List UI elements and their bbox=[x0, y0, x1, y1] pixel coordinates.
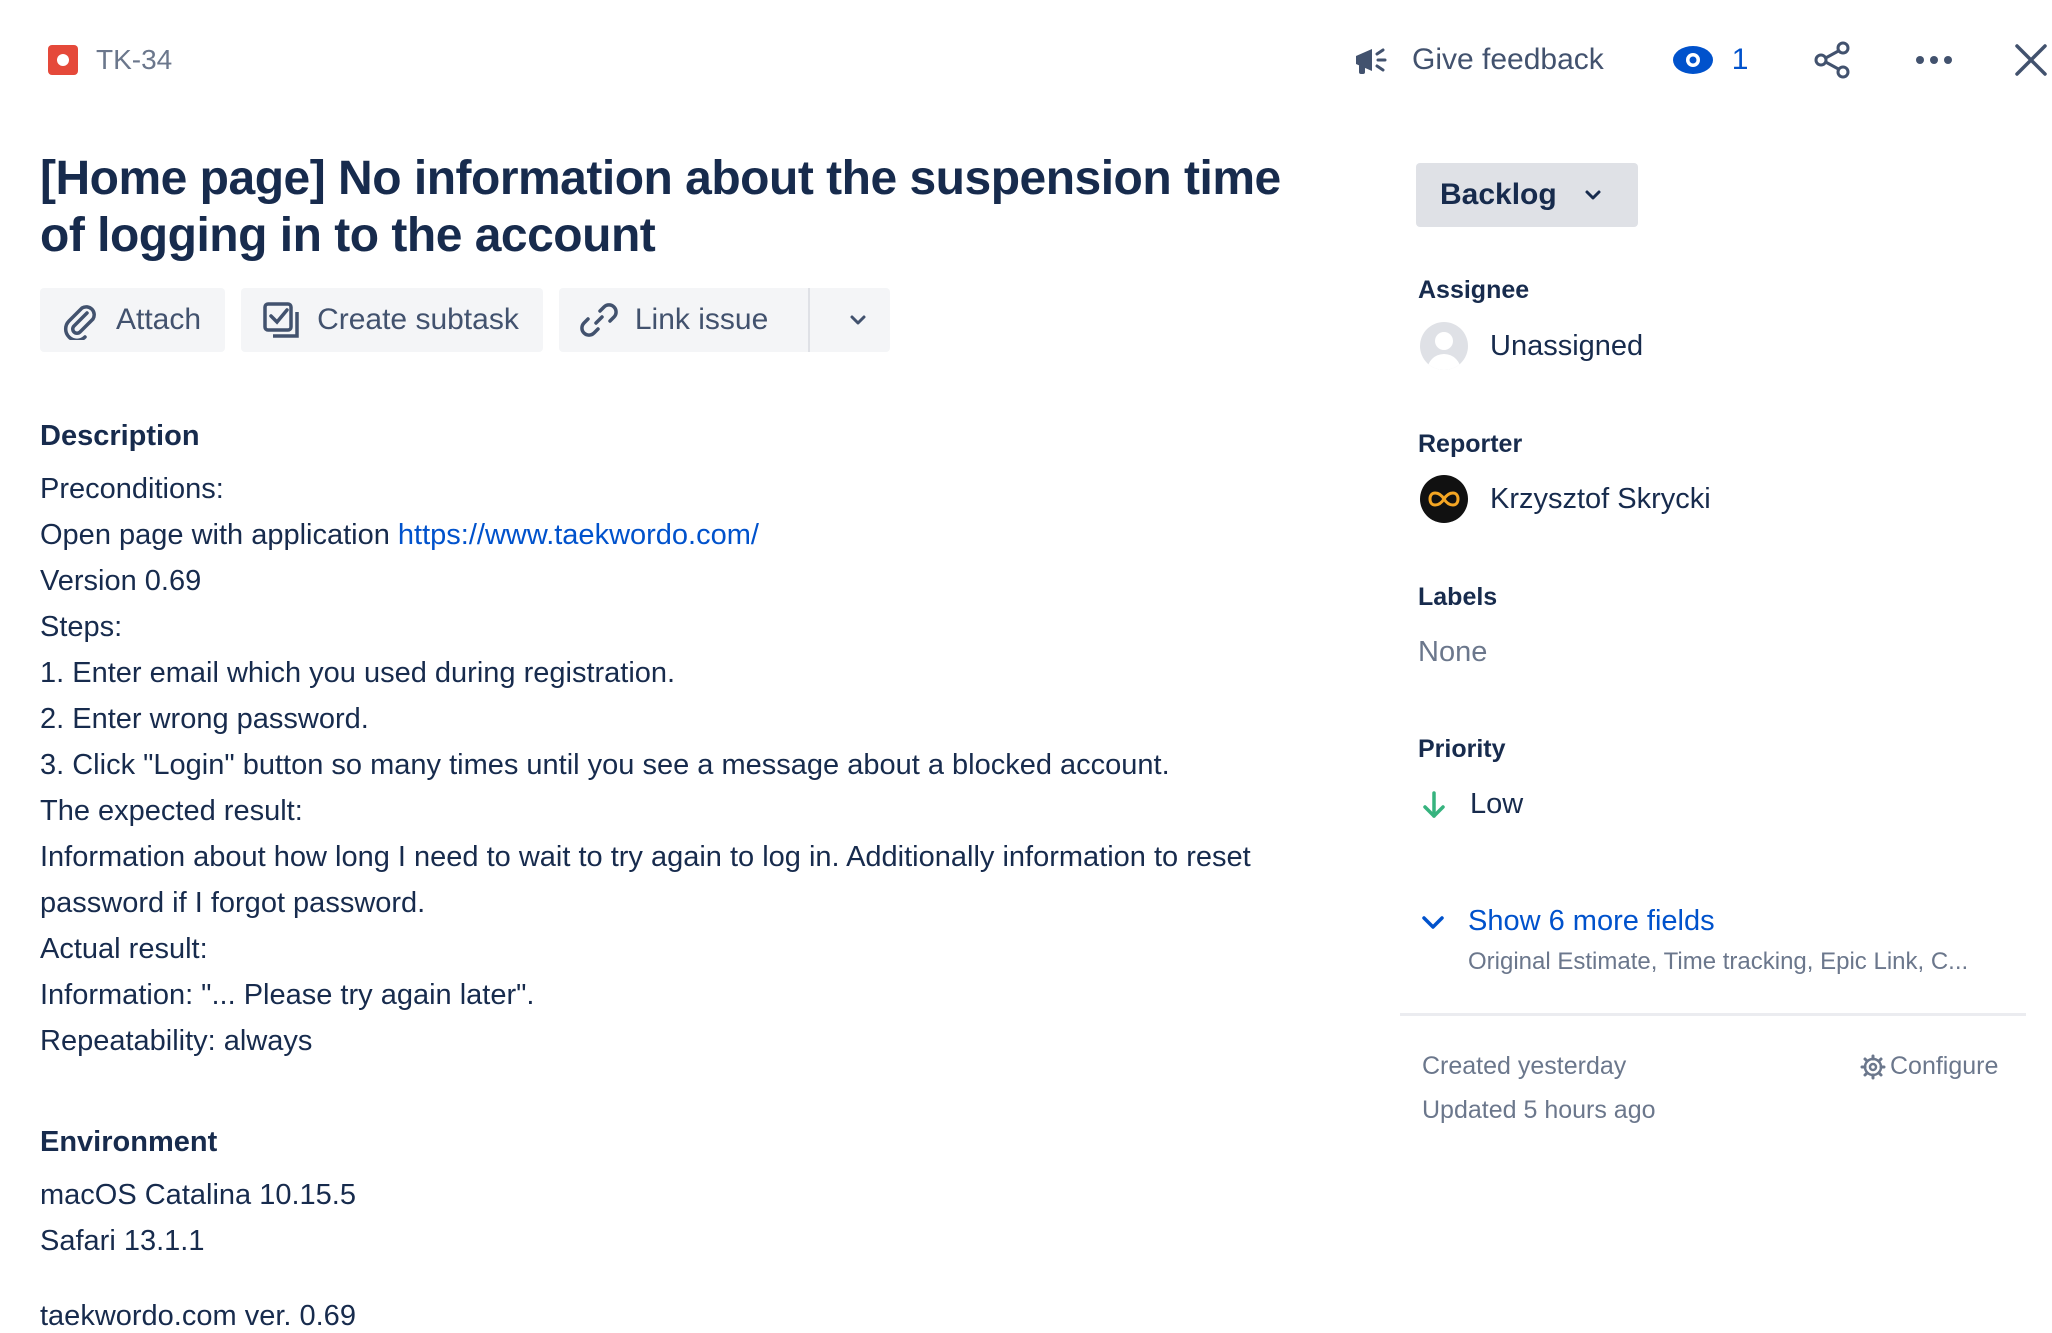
description-line: Version 0.69 bbox=[40, 565, 202, 597]
status-dropdown[interactable]: Backlog bbox=[1416, 163, 1638, 227]
arrow-down-icon bbox=[1423, 790, 1445, 818]
created-timestamp: Created yesterday bbox=[1422, 1052, 1627, 1080]
assignee-label: Assignee bbox=[1418, 276, 1530, 304]
description-line-with-link: Open page with application https://www.t… bbox=[40, 512, 1340, 558]
description-line: Open page with application bbox=[40, 519, 398, 551]
description-line: Information about how long I need to wai… bbox=[40, 841, 1251, 873]
share-button[interactable] bbox=[1812, 40, 1852, 80]
description-line: 1. Enter email which you used during reg… bbox=[40, 657, 676, 689]
environment-extra-line: taekwordo.com ver. 0.69 bbox=[40, 1300, 356, 1332]
megaphone-icon bbox=[1356, 48, 1387, 74]
close-icon bbox=[2015, 44, 2048, 76]
chevron-down-icon bbox=[1422, 915, 1444, 929]
infinity-avatar-icon bbox=[1428, 491, 1460, 507]
priority-field[interactable]: Low bbox=[1420, 788, 1523, 821]
attach-button[interactable]: Attach bbox=[40, 288, 226, 352]
assignee-field[interactable]: Unassigned bbox=[1420, 322, 1643, 370]
more-icon bbox=[1916, 56, 1953, 64]
reporter-label: Reporter bbox=[1418, 430, 1523, 458]
description-line: The expected result: bbox=[40, 795, 303, 827]
avatar bbox=[1420, 475, 1468, 523]
description-line: Actual result: bbox=[40, 933, 208, 965]
environment-body[interactable]: macOS Catalina 10.15.5 Safari 13.1.1 bbox=[40, 1172, 356, 1264]
updated-timestamp: Updated 5 hours ago bbox=[1422, 1096, 1656, 1124]
link-dropdown-button[interactable] bbox=[826, 313, 890, 327]
give-feedback-label: Give feedback bbox=[1412, 43, 1604, 76]
labels-label: Labels bbox=[1418, 583, 1498, 611]
more-actions-button[interactable] bbox=[1914, 54, 1954, 66]
description-line: 2. Enter wrong password. bbox=[40, 703, 369, 735]
reporter-field[interactable]: Krzysztof Skrycki bbox=[1420, 475, 1711, 523]
link-icon bbox=[580, 303, 618, 337]
description-line: password if I forgot password. bbox=[40, 887, 426, 919]
description-line: Repeatability: always bbox=[40, 1025, 313, 1057]
subtask-icon bbox=[263, 302, 299, 338]
link-issue-button[interactable]: Link issue bbox=[558, 288, 891, 352]
description-line: Information: "... Please try again later… bbox=[40, 979, 535, 1011]
issue-key[interactable]: TK-34 bbox=[96, 44, 172, 76]
priority-value: Low bbox=[1470, 788, 1524, 820]
share-icon bbox=[1814, 41, 1850, 79]
environment-heading: Environment bbox=[40, 1126, 218, 1158]
watch-button[interactable]: 1 bbox=[1672, 43, 1749, 77]
eye-icon bbox=[1672, 46, 1713, 74]
labels-value[interactable]: None bbox=[1418, 636, 1487, 669]
gear-icon bbox=[1860, 1054, 1886, 1079]
priority-label: Priority bbox=[1418, 735, 1506, 763]
link-issue-label: Link issue bbox=[634, 303, 769, 336]
attach-label: Attach bbox=[116, 303, 202, 336]
more-fields-summary: Original Estimate, Time tracking, Epic L… bbox=[1468, 948, 1969, 975]
description-body[interactable]: Preconditions: Open page with applicatio… bbox=[40, 466, 1340, 1064]
environment-line: Safari 13.1.1 bbox=[40, 1225, 205, 1257]
show-more-fields-link: Show 6 more fields bbox=[1468, 905, 1715, 937]
create-subtask-label: Create subtask bbox=[317, 303, 519, 336]
environment-line: macOS Catalina 10.15.5 bbox=[40, 1179, 356, 1211]
issue-toolbar: Give feedback 1 bbox=[1350, 40, 2048, 80]
description-line: Preconditions: bbox=[40, 473, 224, 505]
avatar-placeholder bbox=[1420, 322, 1468, 370]
status-label: Backlog bbox=[1440, 178, 1557, 211]
create-subtask-button[interactable]: Create subtask bbox=[241, 288, 543, 352]
description-line: Steps: bbox=[40, 611, 123, 643]
issue-actions: Attach Create subtask Link issue bbox=[40, 288, 891, 352]
give-feedback-button[interactable]: Give feedback bbox=[1350, 40, 1604, 80]
description-line: 3. Click "Login" button so many times un… bbox=[40, 749, 1170, 781]
divider bbox=[1400, 1013, 2026, 1016]
app-url-link[interactable]: https://www.taekwordo.com/ bbox=[398, 519, 759, 551]
issue-key-breadcrumb[interactable]: TK-34 bbox=[48, 44, 172, 76]
configure-label: Configure bbox=[1890, 1052, 1999, 1080]
issue-title[interactable]: [Home page] No information about the sus… bbox=[40, 150, 1300, 264]
chevron-down-icon bbox=[1585, 190, 1601, 200]
close-button[interactable] bbox=[2014, 43, 2048, 77]
bug-icon bbox=[48, 45, 78, 75]
paperclip-icon bbox=[63, 305, 96, 340]
button-divider bbox=[808, 288, 811, 352]
assignee-value: Unassigned bbox=[1490, 329, 1644, 362]
show-more-fields-button[interactable]: Show 6 more fields bbox=[1420, 905, 1715, 938]
reporter-value: Krzysztof Skrycki bbox=[1490, 482, 1711, 515]
configure-button[interactable]: Configure bbox=[1860, 1052, 1998, 1081]
chevron-down-icon bbox=[850, 315, 866, 325]
watch-count: 1 bbox=[1731, 43, 1749, 76]
description-heading: Description bbox=[40, 420, 200, 452]
